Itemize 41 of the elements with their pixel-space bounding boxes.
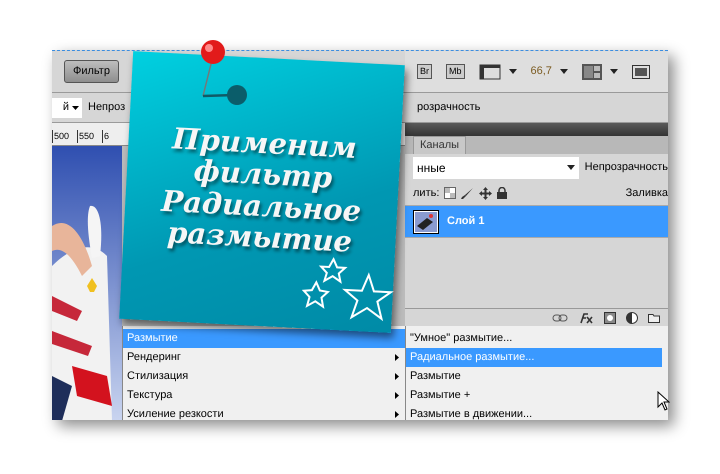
layer-thumbnail-icon [413, 210, 439, 234]
app-button[interactable]: Br [417, 64, 432, 79]
fx-icon[interactable] [578, 312, 594, 324]
caret-icon [508, 69, 517, 74]
zoom-value[interactable]: 66,7 [530, 63, 552, 80]
ruler-number: 550 [77, 130, 102, 143]
caret-icon [610, 69, 618, 74]
link-icon[interactable] [552, 314, 568, 322]
ruler-number: 6 [102, 130, 127, 143]
menu-item[interactable]: "Умное" размытие... [406, 329, 662, 348]
lock-icon[interactable] [497, 187, 508, 199]
menu-item[interactable]: Стилизация [123, 367, 405, 386]
caret-icon [566, 165, 575, 170]
menu-item[interactable]: Текстура [123, 386, 405, 405]
panel-tab[interactable]: Каналы [413, 136, 466, 154]
caret-icon [72, 106, 79, 110]
filter-button[interactable]: Фильтр [64, 60, 119, 83]
folder-icon[interactable] [648, 312, 660, 322]
move-icon[interactable] [479, 186, 492, 200]
mask-icon[interactable] [604, 312, 616, 324]
adjustment-icon[interactable] [626, 312, 638, 324]
opacity-label: розрачность [416, 100, 480, 116]
brush-icon[interactable] [461, 186, 474, 200]
lock-label: лить: [413, 186, 440, 201]
layout-icon[interactable] [582, 64, 602, 80]
menu-item[interactable]: Размытие в движении... [406, 405, 662, 420]
layer-name: Слой 1 [447, 214, 484, 230]
menu-item[interactable]: Размытие [406, 367, 662, 386]
cursor-icon [657, 391, 670, 411]
opacity-label: Непроз [88, 100, 126, 116]
opacity-label: Непрозрачность [584, 160, 668, 176]
mode-dropdown[interactable]: й [52, 98, 82, 118]
caret-icon [560, 69, 568, 74]
blend-mode-dropdown[interactable]: нные [413, 156, 579, 178]
transparency-lock-icon[interactable] [444, 187, 456, 199]
menu-item[interactable]: Рендеринг [123, 348, 405, 367]
fill-label: Заливка [626, 186, 668, 201]
app-button[interactable]: Mb [446, 64, 465, 79]
screen-mode-icon[interactable] [632, 64, 650, 78]
menu-item[interactable]: Усиление резкости [123, 405, 405, 420]
ruler-number: 500 [52, 130, 77, 143]
